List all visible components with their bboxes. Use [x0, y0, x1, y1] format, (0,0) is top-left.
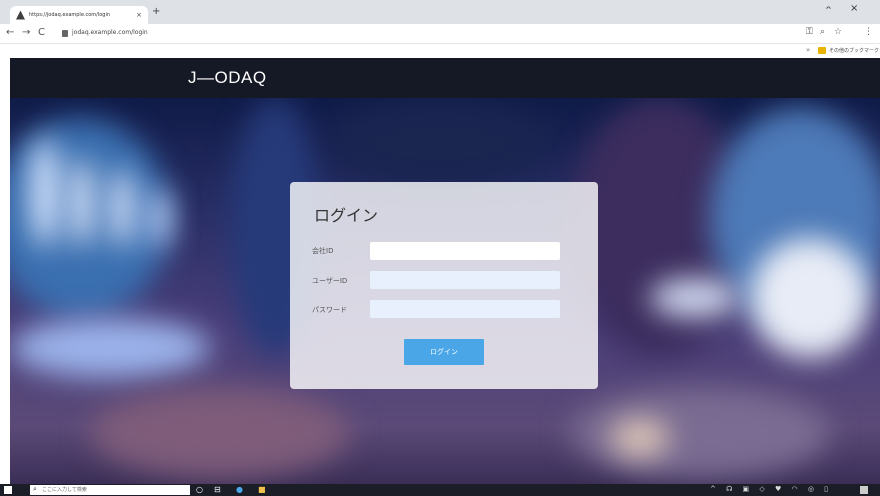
site-logo[interactable]: J—ODAQ	[188, 68, 267, 88]
tab-title: https://jodaq.example.com/login	[29, 12, 111, 18]
address-bar[interactable]: jodaq.example.com/login	[72, 29, 148, 36]
zoom-icon[interactable]: ⌕	[820, 27, 825, 37]
user-id-label: ユーザーID	[312, 277, 348, 285]
key-icon[interactable]: ⚿	[806, 27, 813, 37]
back-button[interactable]: ←	[6, 27, 14, 38]
other-bookmarks-link[interactable]: その他のブックマーク	[829, 47, 879, 54]
store-icon[interactable]: ■	[258, 485, 266, 494]
site-favicon-icon	[16, 10, 25, 20]
search-icon: ⌕	[33, 485, 37, 493]
notification-icon[interactable]	[860, 486, 868, 494]
chevron-icon[interactable]: »	[806, 46, 810, 54]
system-tray-icons[interactable]: ^ ☊ ▣ ◇ ♥ ◠ ◎ ▯	[710, 485, 832, 493]
browser-toolbar: ← → C jodaq.example.com/login ⚿ ⌕ ☆ ⋮	[0, 24, 880, 44]
star-icon[interactable]: ☆	[834, 27, 842, 37]
browser-tab[interactable]: https://jodaq.example.com/login ×	[10, 6, 148, 24]
new-tab-button[interactable]: +	[152, 6, 160, 18]
windows-taskbar: ⌕ ここに入力して検索 ○ ⊟ ● ■ ^ ☊ ▣ ◇ ♥ ◠ ◎ ▯	[0, 484, 880, 496]
site-header: J—ODAQ	[10, 58, 880, 98]
password-input[interactable]	[370, 300, 560, 318]
start-icon[interactable]	[4, 486, 12, 494]
taskbar-search[interactable]: ⌕ ここに入力して検索	[30, 485, 190, 495]
lock-icon	[62, 30, 68, 37]
browser-tab-bar: https://jodaq.example.com/login × + ᴖ ×	[0, 0, 880, 24]
user-id-input[interactable]	[370, 271, 560, 289]
cortana-icon[interactable]: ○	[196, 485, 203, 494]
menu-icon[interactable]: ⋮	[864, 27, 873, 37]
reload-button[interactable]: C	[38, 27, 45, 38]
company-id-input[interactable]	[370, 242, 560, 260]
tab-close-icon[interactable]: ×	[136, 11, 142, 19]
login-title: ログイン	[314, 206, 379, 225]
login-button[interactable]: ログイン	[404, 339, 484, 365]
edge-icon[interactable]: ●	[236, 485, 243, 494]
window-close-icon[interactable]: ×	[850, 3, 858, 14]
forward-button[interactable]: →	[22, 27, 30, 38]
password-label: パスワード	[312, 306, 347, 314]
taskbar-search-placeholder: ここに入力して検索	[42, 487, 87, 493]
bookmarks-bar: » その他のブックマーク	[0, 44, 880, 58]
folder-icon	[818, 47, 826, 54]
task-view-icon[interactable]: ⊟	[214, 485, 221, 494]
login-card: ログイン 会社ID ユーザーID パスワード ログイン	[290, 182, 598, 389]
window-minimize-icon[interactable]: ᴖ	[826, 4, 831, 13]
company-id-label: 会社ID	[312, 247, 334, 255]
